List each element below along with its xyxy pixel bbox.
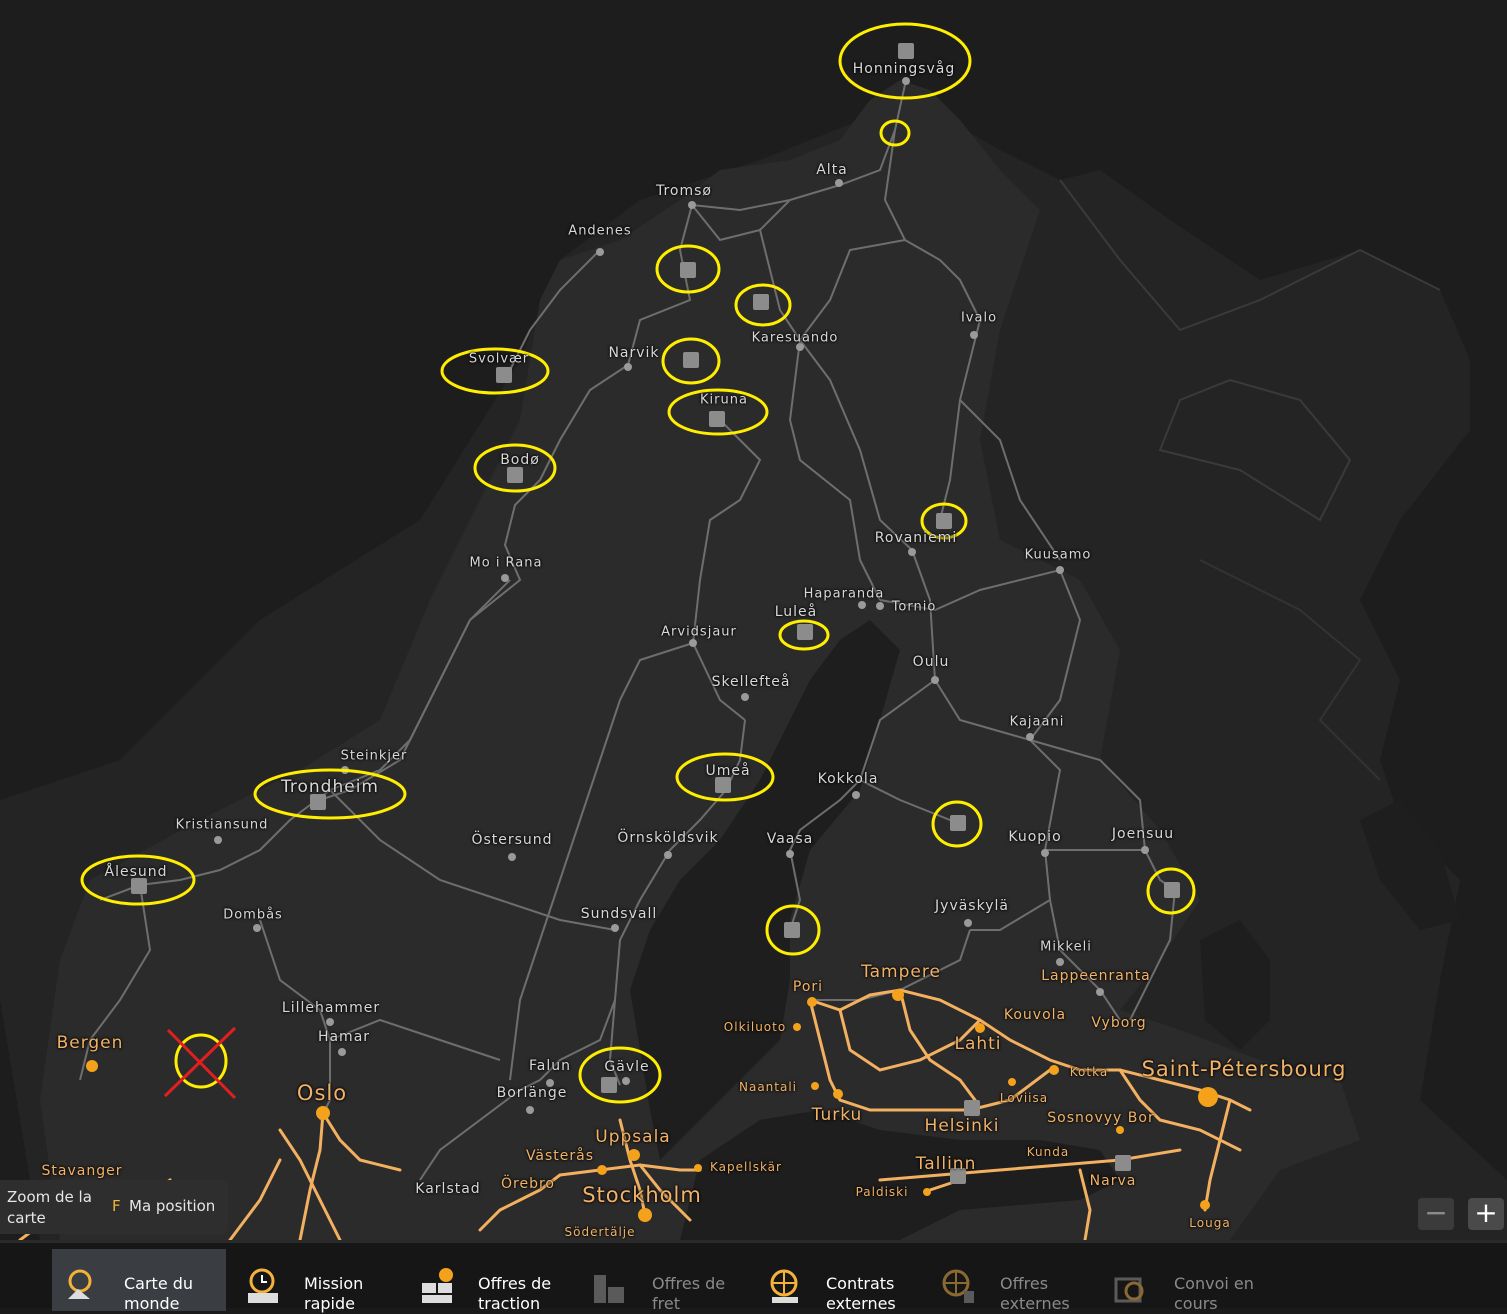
city-label[interactable]: Loviisa (1000, 1091, 1048, 1105)
zoom-label: Zoom de la carte (7, 1188, 92, 1227)
convoy-icon (1114, 1277, 1144, 1303)
cargo-market-icon (594, 1275, 624, 1303)
city-label[interactable]: Hamar (318, 1029, 370, 1045)
tab-external-contracts[interactable]: Contrats externes (754, 1249, 924, 1313)
city-label[interactable]: Jyväskylä (935, 898, 1009, 914)
city-label[interactable]: Haparanda (804, 587, 885, 602)
city-label[interactable]: Svolvær (469, 352, 529, 367)
city-label[interactable]: Karlstad (415, 1181, 480, 1197)
tab-label: Contrats externes (826, 1274, 896, 1313)
city-label[interactable]: Helsinki (925, 1116, 1000, 1136)
city-label[interactable]: Luleå (775, 604, 818, 620)
tab-label: Offres externes (1000, 1274, 1070, 1313)
city-label[interactable]: Kajaani (1010, 715, 1065, 730)
city-label[interactable]: Stavanger (42, 1163, 123, 1179)
city-label[interactable]: Narva (1090, 1173, 1137, 1189)
city-label[interactable]: Kristiansund (176, 818, 269, 833)
tab-world-map[interactable]: Carte du monde (52, 1249, 226, 1313)
zoom-panel: Zoom de la carte F Ma position (0, 1180, 228, 1234)
tab-label: Convoi en cours (1174, 1274, 1254, 1313)
city-label[interactable]: Kotka (1070, 1065, 1108, 1079)
city-label[interactable]: Joensuu (1112, 826, 1174, 842)
city-label[interactable]: Tampere (861, 962, 941, 982)
freight-market-icon (422, 1268, 453, 1303)
city-label[interactable]: Oulu (913, 654, 950, 670)
tab-label: Offres de traction (478, 1274, 552, 1313)
tab-freight-market[interactable]: Offres de traction (406, 1249, 576, 1313)
city-label[interactable]: Saint-Pétersbourg (1142, 1057, 1347, 1081)
city-label[interactable]: Arvidsjaur (661, 625, 737, 640)
city-label[interactable]: Ålesund (104, 864, 167, 880)
city-label[interactable]: Karesuando (752, 331, 839, 346)
city-label[interactable]: Oslo (297, 1081, 347, 1105)
city-label[interactable]: Dombås (223, 908, 283, 923)
city-label[interactable]: Tromsø (656, 183, 712, 199)
city-label[interactable]: Kuopio (1008, 829, 1061, 845)
city-label[interactable]: Kouvola (1004, 1007, 1066, 1023)
city-label[interactable]: Gävle (604, 1059, 649, 1075)
city-label[interactable]: Steinkjer (341, 749, 408, 764)
zoom-out-button[interactable]: − (1418, 1198, 1454, 1230)
bottom-tab-bar: Carte du monde Mission rapide Offres de … (0, 1240, 1507, 1313)
city-label[interactable]: Kunda (1027, 1145, 1069, 1159)
city-label[interactable]: Lappeenranta (1041, 968, 1151, 984)
city-label[interactable]: Honningsvåg (853, 61, 956, 77)
tab-external-offers[interactable]: Offres externes (928, 1249, 1098, 1313)
city-label[interactable]: Trondheim (281, 777, 379, 797)
external-offers-icon (942, 1269, 974, 1303)
city-label[interactable]: Södertälje (564, 1225, 635, 1239)
city-label[interactable]: Narvik (608, 345, 659, 361)
city-label[interactable]: Borlänge (497, 1085, 568, 1101)
city-label[interactable]: Östersund (471, 832, 552, 848)
city-label[interactable]: Rovaniemi (875, 530, 957, 546)
city-label[interactable]: Andenes (568, 224, 631, 239)
quick-job-icon (248, 1268, 278, 1303)
tab-label: Mission rapide (304, 1274, 364, 1313)
tab-cargo-market[interactable]: Offres de fret (580, 1249, 750, 1313)
city-label[interactable]: Kapellskär (710, 1160, 782, 1174)
tab-label: Offres de fret (652, 1274, 726, 1313)
world-map[interactable]: Honningsvåg Alta Tromsø Andenes Ivalo Ka… (0, 0, 1507, 1240)
city-label[interactable]: Louga (1189, 1216, 1230, 1230)
city-label[interactable]: Tornio (892, 600, 937, 615)
city-label[interactable]: Falun (529, 1058, 571, 1074)
city-label[interactable]: Sosnovyy Bor (1047, 1110, 1154, 1126)
city-label[interactable]: Kiruna (700, 393, 748, 408)
city-label[interactable]: Skellefteå (712, 674, 791, 690)
city-label[interactable]: Mo i Rana (470, 556, 543, 571)
city-label[interactable]: Lahti (954, 1034, 1001, 1054)
city-label[interactable]: Bergen (57, 1033, 124, 1053)
city-label[interactable]: Ivalo (961, 311, 997, 326)
city-label[interactable]: Bodø (500, 452, 540, 468)
tab-quick-job[interactable]: Mission rapide (232, 1249, 402, 1313)
city-label[interactable]: Olkiluoto (724, 1020, 786, 1034)
city-label[interactable]: Kuusamo (1025, 548, 1092, 563)
city-label[interactable]: Turku (812, 1105, 863, 1125)
tab-label: Carte du monde (124, 1274, 194, 1313)
city-label[interactable]: Pori (793, 979, 823, 995)
world-map-icon (68, 1269, 92, 1299)
city-label[interactable]: Örebro (501, 1176, 555, 1192)
city-label[interactable]: Sundsvall (581, 906, 657, 922)
city-label[interactable]: Naantali (739, 1080, 797, 1094)
city-label[interactable]: Stockholm (582, 1183, 702, 1207)
city-label[interactable]: Tallinn (916, 1154, 977, 1174)
zoom-in-button[interactable]: + (1468, 1198, 1504, 1230)
tab-convoy[interactable]: Convoi en cours (1102, 1249, 1272, 1313)
position-key-hint: F (112, 1197, 121, 1215)
city-label[interactable]: Lillehammer (282, 1000, 380, 1016)
city-label[interactable]: Uppsala (595, 1127, 670, 1147)
map-canvas[interactable] (0, 0, 1507, 1240)
city-label[interactable]: Vyborg (1091, 1015, 1146, 1031)
city-label[interactable]: Västerås (526, 1148, 594, 1164)
city-label[interactable]: Paldiski (856, 1185, 909, 1199)
city-label[interactable]: Umeå (705, 763, 750, 779)
external-contracts-icon (770, 1269, 798, 1303)
city-label[interactable]: Mikkeli (1040, 940, 1092, 955)
city-label[interactable]: Kokkola (818, 771, 879, 787)
city-label[interactable]: Alta (816, 162, 848, 178)
my-position-button[interactable]: Ma position (129, 1197, 215, 1215)
city-label[interactable]: Örnsköldsvik (617, 830, 718, 846)
city-label[interactable]: Vaasa (767, 831, 814, 847)
